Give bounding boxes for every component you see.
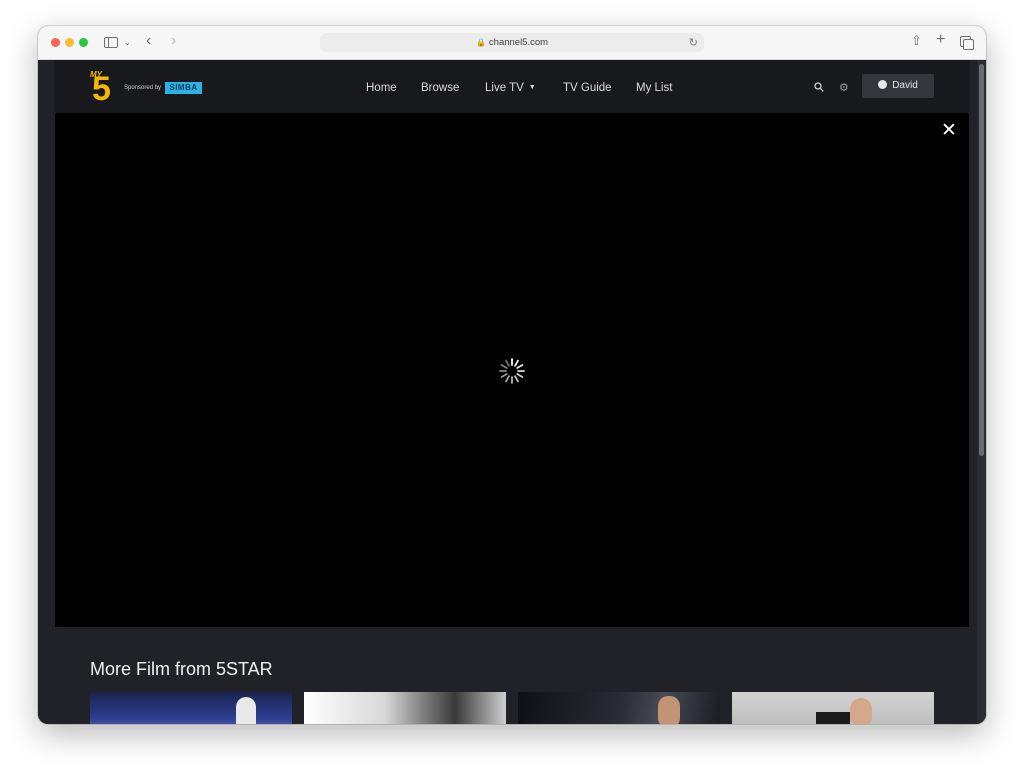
nav-browse[interactable]: Browse [421, 82, 459, 94]
row-title: More Film from 5STAR [90, 659, 273, 679]
site-header: 5 MY Sponsored by SIMBA Home Browse Live… [54, 60, 970, 113]
new-tab-icon[interactable]: + [936, 32, 945, 48]
minimize-window-button[interactable] [65, 38, 74, 47]
gear-icon[interactable]: ⚙ [839, 81, 849, 94]
scrollbar-thumb[interactable] [979, 64, 984, 456]
user-account-button[interactable]: David [862, 74, 934, 98]
lock-icon: 🔒 [475, 38, 486, 47]
video-player[interactable]: ✕ [55, 113, 969, 627]
film-thumbnail-1[interactable] [90, 692, 292, 724]
url-label: channel5.com [488, 37, 549, 48]
page-content: 5 MY Sponsored by SIMBA Home Browse Live… [38, 60, 986, 724]
close-window-button[interactable] [51, 38, 60, 47]
loading-spinner-icon [499, 358, 525, 384]
reload-icon[interactable]: ↻ [689, 36, 698, 49]
address-bar[interactable]: 🔒 channel5.com ↻ [320, 33, 704, 52]
nav-home[interactable]: Home [366, 82, 397, 94]
caret-down-icon: ▼ [528, 84, 536, 92]
nav-live-tv-label: Live TV [485, 82, 524, 94]
browser-toolbar: ⌄ ‹ › 🔒 channel5.com ↻ ⇧ + [38, 26, 986, 60]
nav-tv-guide[interactable]: TV Guide [563, 82, 612, 94]
sponsor-logo[interactable]: SIMBA [165, 82, 202, 94]
back-arrow-icon[interactable]: ‹ [146, 33, 151, 49]
film-thumbnail-3[interactable] [518, 692, 720, 724]
sidebar-toggle-icon[interactable] [104, 37, 118, 48]
tab-overview-icon[interactable] [960, 36, 974, 50]
page-scrollbar[interactable] [977, 60, 986, 724]
chevron-down-icon[interactable]: ⌄ [124, 36, 131, 50]
logo-my: MY [90, 70, 102, 79]
browser-window: ⌄ ‹ › 🔒 channel5.com ↻ ⇧ + 5 MY Sponsored… [38, 26, 986, 724]
nav-live-tv[interactable]: Live TV ▼ [485, 82, 536, 94]
zoom-window-button[interactable] [79, 38, 88, 47]
user-icon [878, 80, 888, 89]
film-thumbnail-4[interactable] [732, 692, 934, 724]
my5-logo[interactable]: 5 MY [90, 70, 116, 106]
sponsored-label: Sponsored by [124, 85, 162, 91]
address-bar-text: 🔒 channel5.com [320, 37, 704, 48]
nav-my-list[interactable]: My List [636, 82, 672, 94]
forward-arrow-icon[interactable]: › [171, 33, 176, 49]
user-name: David [892, 80, 918, 91]
share-icon[interactable]: ⇧ [911, 34, 922, 48]
close-icon[interactable]: ✕ [939, 121, 959, 141]
search-icon[interactable] [814, 82, 824, 92]
film-thumbnail-2[interactable] [304, 692, 506, 724]
